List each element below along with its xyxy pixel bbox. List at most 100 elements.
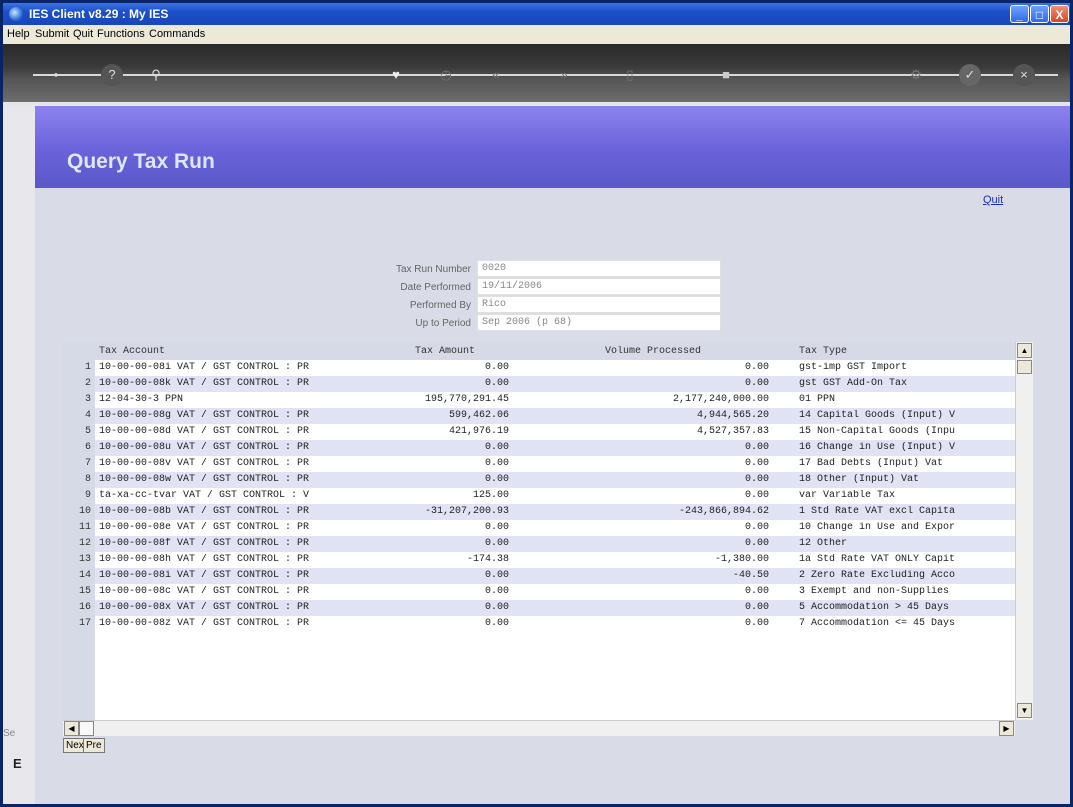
cell-tax-type: gst GST Add-On Tax bbox=[799, 378, 908, 389]
cell-tax-account: 10-00-00-08f VAT / GST CONTROL : PR bbox=[99, 538, 310, 549]
cell-tax-amount: 0.00 bbox=[484, 442, 509, 453]
table-row[interactable]: 10 10-00-00-08b VAT / GST CONTROL : PR -31… bbox=[63, 504, 1015, 520]
quit-link[interactable]: Quit bbox=[983, 194, 1003, 206]
menu-quit[interactable]: Quit bbox=[73, 28, 93, 40]
row-number: 8 bbox=[84, 474, 91, 485]
minimize-button[interactable]: _ bbox=[1010, 5, 1029, 23]
row-number: 14 bbox=[78, 570, 91, 581]
cell-tax-amount: 0.00 bbox=[484, 522, 509, 533]
menu-submit[interactable]: Submit bbox=[35, 28, 69, 40]
table-row[interactable]: 6 10-00-00-08u VAT / GST CONTROL : PR 0.00… bbox=[63, 440, 1015, 456]
row-number: 17 bbox=[78, 618, 91, 629]
menu-commands[interactable]: Commands bbox=[149, 28, 205, 40]
up-to-period-label: Up to Period bbox=[415, 318, 471, 329]
close-button[interactable]: X bbox=[1050, 5, 1069, 23]
vertical-scrollbar[interactable]: ▲ ▼ bbox=[1015, 342, 1033, 720]
cell-tax-amount: 421,976.19 bbox=[448, 426, 509, 437]
client-area: ⊸ ? ⚲ ♥ ◷ « » ▯ ■ ⚙ ✓ × Se E Query Tax R… bbox=[3, 44, 1070, 804]
title-bar[interactable]: IES Client v8.29 : My IES _ □ X bbox=[3, 3, 1070, 25]
table-row[interactable]: 2 10-00-00-08k VAT / GST CONTROL : PR 0.00… bbox=[63, 376, 1015, 392]
row-number: 1 bbox=[84, 362, 91, 373]
horizontal-scrollbar[interactable]: ◀ ▶ bbox=[63, 720, 1015, 736]
back-key-icon[interactable]: ⊸ bbox=[33, 64, 73, 86]
tax-lines-grid: Tax Account Tax Amount Volume Processed … bbox=[63, 342, 1033, 720]
table-row[interactable]: 4 10-00-00-08g VAT / GST CONTROL : PR 599,… bbox=[63, 408, 1015, 424]
scroll-left-icon[interactable]: ◀ bbox=[64, 721, 79, 736]
cell-tax-amount: -174.38 bbox=[466, 554, 509, 565]
edit-icon[interactable]: ▯ bbox=[619, 64, 641, 86]
table-row[interactable]: 7 10-00-00-08v VAT / GST CONTROL : PR 0.00… bbox=[63, 456, 1015, 472]
cell-tax-account: 10-00-00-08c VAT / GST CONTROL : PR bbox=[99, 586, 310, 597]
maximize-button[interactable]: □ bbox=[1030, 5, 1049, 23]
table-row[interactable]: 13 10-00-00-08h VAT / GST CONTROL : PR -17… bbox=[63, 552, 1015, 568]
cell-tax-type: 17 Bad Debts (Input) Vat bbox=[799, 458, 944, 469]
ok-check-icon[interactable]: ✓ bbox=[959, 64, 981, 86]
row-number: 16 bbox=[78, 602, 91, 613]
scroll-up-icon[interactable]: ▲ bbox=[1017, 343, 1032, 358]
tax-run-number-field[interactable]: 0020 bbox=[477, 260, 721, 277]
cell-tax-type: 01 PPN bbox=[799, 394, 836, 405]
cell-volume-processed: 0.00 bbox=[744, 522, 769, 533]
stop-icon[interactable]: ■ bbox=[715, 64, 737, 86]
settings-icon[interactable]: ⚙ bbox=[905, 64, 927, 86]
cell-tax-amount: 125.00 bbox=[472, 490, 509, 501]
table-row[interactable]: 11 10-00-00-08e VAT / GST CONTROL : PR 0.0… bbox=[63, 520, 1015, 536]
menu-functions[interactable]: Functions bbox=[97, 28, 145, 40]
up-to-period-field[interactable]: Sep 2006 (p 68) bbox=[477, 314, 721, 331]
cell-tax-account: 10-00-00-08i VAT / GST CONTROL : PR bbox=[99, 362, 310, 373]
table-row[interactable]: 3 12-04-30-3 PPN 195,770,291.45 2,177,240,0… bbox=[63, 392, 1015, 408]
scroll-right-icon[interactable]: ▶ bbox=[999, 721, 1014, 736]
column-header-tax-amount[interactable]: Tax Amount bbox=[415, 346, 475, 357]
close-icon[interactable]: × bbox=[1013, 64, 1035, 86]
cell-tax-account: 10-00-00-08i VAT / GST CONTROL : PR bbox=[99, 570, 310, 581]
side-fragment-top: Se bbox=[3, 728, 16, 739]
menu-help[interactable]: Help bbox=[7, 28, 30, 40]
clock-icon[interactable]: ◷ bbox=[435, 64, 457, 86]
cell-volume-processed: 0.00 bbox=[744, 458, 769, 469]
table-row[interactable]: 8 10-00-00-08w VAT / GST CONTROL : PR 0.00… bbox=[63, 472, 1015, 488]
cell-tax-account: 12-04-30-3 PPN bbox=[99, 394, 184, 405]
cell-tax-amount: 0.00 bbox=[484, 362, 509, 373]
horizontal-scroll-thumb[interactable] bbox=[79, 721, 94, 736]
previous-page-button[interactable]: Pre bbox=[83, 738, 105, 753]
help-icon[interactable]: ? bbox=[101, 64, 123, 86]
scroll-thumb[interactable] bbox=[1017, 360, 1032, 374]
cell-tax-amount: 195,770,291.45 bbox=[424, 394, 509, 405]
column-header-tax-account[interactable]: Tax Account bbox=[99, 346, 165, 357]
next-icon[interactable]: » bbox=[553, 64, 575, 86]
search-icon[interactable]: ⚲ bbox=[145, 64, 167, 86]
row-number: 15 bbox=[78, 586, 91, 597]
cell-tax-account: 10-00-00-08d VAT / GST CONTROL : PR bbox=[99, 426, 310, 437]
date-performed-field[interactable]: 19/11/2006 bbox=[477, 278, 721, 295]
column-header-volume-processed[interactable]: Volume Processed bbox=[605, 346, 701, 357]
table-row[interactable]: 12 10-00-00-08f VAT / GST CONTROL : PR 0.0… bbox=[63, 536, 1015, 552]
cell-volume-processed: 0.00 bbox=[744, 474, 769, 485]
cell-tax-account: ta-xa-cc-tvar VAT / GST CONTROL : V bbox=[99, 490, 310, 501]
column-header-tax-type[interactable]: Tax Type bbox=[799, 346, 847, 357]
table-row[interactable]: 15 10-00-00-08c VAT / GST CONTROL : PR 0.0… bbox=[63, 584, 1015, 600]
row-number: 3 bbox=[84, 394, 91, 405]
cell-volume-processed: 0.00 bbox=[744, 586, 769, 597]
previous-icon[interactable]: « bbox=[485, 64, 507, 86]
row-number: 2 bbox=[84, 378, 91, 389]
table-row[interactable]: 17 10-00-00-08z VAT / GST CONTROL : PR 0.0… bbox=[63, 616, 1015, 632]
cell-volume-processed: 0.00 bbox=[744, 602, 769, 613]
scroll-down-icon[interactable]: ▼ bbox=[1017, 703, 1032, 718]
date-performed-label: Date Performed bbox=[400, 282, 471, 293]
performed-by-field[interactable]: Rico bbox=[477, 296, 721, 313]
table-row[interactable]: 16 10-00-00-08x VAT / GST CONTROL : PR 0.0… bbox=[63, 600, 1015, 616]
cell-tax-type: 5 Accommodation > 45 Days bbox=[799, 602, 950, 613]
cell-volume-processed: 4,527,357.83 bbox=[696, 426, 769, 437]
cell-tax-amount: 0.00 bbox=[484, 570, 509, 581]
cell-tax-type: 3 Exempt and non-Supplies bbox=[799, 586, 950, 597]
row-number: 6 bbox=[84, 442, 91, 453]
cell-volume-processed: 4,944,565.20 bbox=[696, 410, 769, 421]
table-row[interactable]: 14 10-00-00-08i VAT / GST CONTROL : PR 0.0… bbox=[63, 568, 1015, 584]
cell-volume-processed: 0.00 bbox=[744, 538, 769, 549]
favorite-heart-icon[interactable]: ♥ bbox=[385, 64, 407, 86]
table-row[interactable]: 5 10-00-00-08d VAT / GST CONTROL : PR 421,… bbox=[63, 424, 1015, 440]
table-row[interactable]: 1 10-00-00-08i VAT / GST CONTROL : PR 0.00… bbox=[63, 360, 1015, 376]
cell-tax-amount: 0.00 bbox=[484, 458, 509, 469]
cell-tax-amount: 0.00 bbox=[484, 378, 509, 389]
table-row[interactable]: 9 ta-xa-cc-tvar VAT / GST CONTROL : V 125.… bbox=[63, 488, 1015, 504]
